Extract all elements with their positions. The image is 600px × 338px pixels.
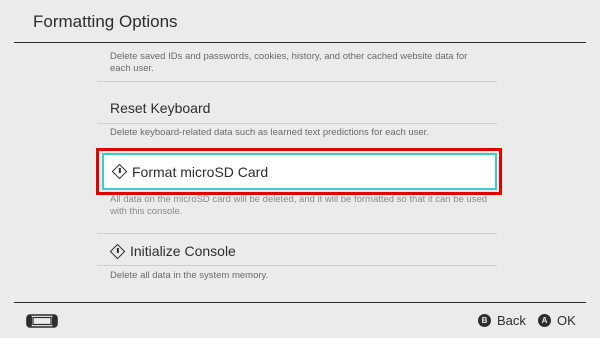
- controller-icon: [26, 314, 58, 328]
- reset-keyboard-option[interactable]: Reset Keyboard: [110, 100, 210, 116]
- warning-diamond-icon: [109, 243, 126, 259]
- a-button-icon: A: [538, 314, 551, 327]
- divider: [97, 233, 497, 234]
- b-button-icon: B: [478, 314, 491, 327]
- divider: [97, 123, 497, 124]
- initialize-console-option[interactable]: Initialize Console: [109, 243, 236, 259]
- divider: [97, 81, 497, 82]
- warning-diamond-icon: [111, 163, 128, 180]
- divider: [97, 265, 497, 266]
- footer-divider: [14, 302, 586, 303]
- format-microsd-label: Format microSD Card: [132, 163, 269, 180]
- back-button[interactable]: B Back: [478, 313, 526, 328]
- option-description-initialize-console: Delete all data in the system memory.: [110, 270, 269, 281]
- format-microsd-label-wrap: Format microSD Card: [111, 163, 269, 180]
- page-title: Formatting Options: [33, 12, 178, 31]
- option-description-format-microsd: All data on the microSD card will be del…: [110, 194, 488, 217]
- option-description-reset-keyboard: Delete keyboard-related data such as lea…: [110, 127, 429, 138]
- format-microsd-option[interactable]: Format microSD Card: [102, 153, 497, 190]
- reset-keyboard-label: Reset Keyboard: [110, 100, 211, 116]
- option-description-clear-cache: Delete saved IDs and passwords, cookies,…: [110, 51, 468, 74]
- ok-button[interactable]: A OK: [538, 313, 576, 328]
- back-label: Back: [497, 313, 526, 328]
- header: Formatting Options: [0, 0, 600, 43]
- ok-label: OK: [557, 313, 576, 328]
- initialize-console-label: Initialize Console: [130, 243, 236, 259]
